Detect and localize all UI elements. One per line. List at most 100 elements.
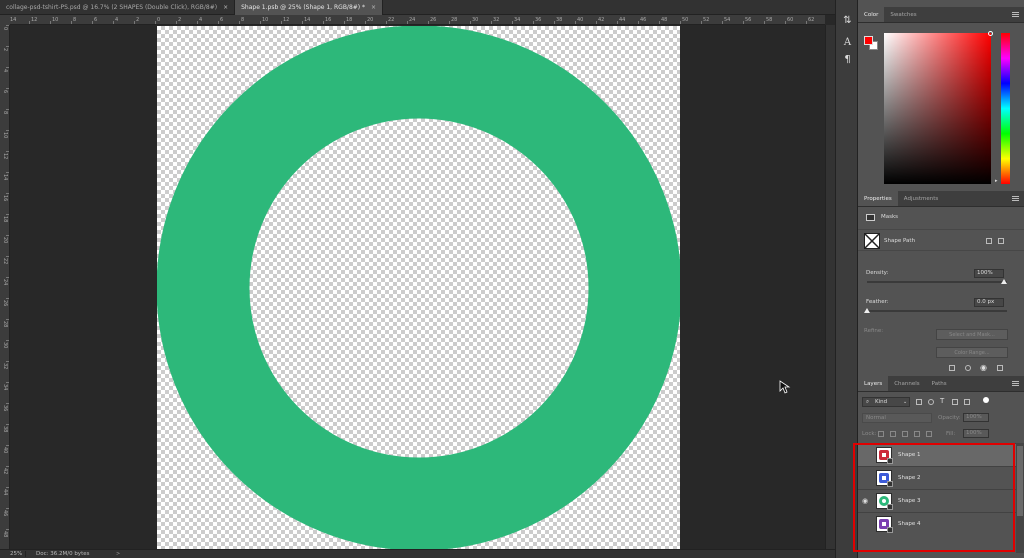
select-and-mask-button[interactable]: Select and Mask... [936, 329, 1008, 340]
color-panel-tabs: Color Swatches [858, 7, 1024, 23]
color-range-button[interactable]: Color Range... [936, 347, 1008, 358]
panel-menu-icon[interactable] [1012, 12, 1019, 17]
ruler-label: 42 [598, 17, 605, 23]
ruler-tick [6, 445, 9, 446]
right-panels: Color Swatches ▸ Properties Adjustments … [858, 0, 1024, 558]
tab-collage-psd[interactable]: collage-psd-tshirt-PS.psd @ 16.7% (2 SHA… [0, 0, 236, 15]
tab-adjustments[interactable]: Adjustments [898, 191, 944, 206]
layer-name: Shape 3 [898, 498, 921, 504]
lock-artboard-icon[interactable] [914, 431, 920, 437]
lock-image-icon[interactable] [890, 431, 896, 437]
cursor-icon [779, 380, 791, 394]
density-slider[interactable] [867, 281, 1007, 283]
feather-slider-knob[interactable] [864, 308, 870, 313]
panel-menu-icon[interactable] [1012, 196, 1019, 201]
ruler-horizontal[interactable]: 14 12 10 8 6 4 2 0 2 4 6 8 10 12 14 16 18 20 22 24 26 28 30 32 3… [10, 15, 825, 25]
vertical-scrollbar[interactable] [825, 25, 835, 549]
masks-label: Masks [881, 214, 899, 220]
layers-scrollbar[interactable] [1016, 443, 1024, 553]
hue-slider[interactable] [1001, 33, 1010, 184]
ruler-label: 48 [2, 531, 8, 538]
ruler-tick [50, 21, 51, 24]
layer-name: Shape 2 [898, 475, 921, 481]
ruler-corner[interactable] [0, 15, 10, 25]
add-mask-icon[interactable] [986, 238, 992, 244]
character-panel-icon[interactable]: ⇅ [841, 14, 854, 27]
ruler-tick [218, 21, 219, 24]
panel-menu-icon[interactable] [1012, 381, 1019, 386]
color-field[interactable] [884, 33, 991, 184]
tab-color[interactable]: Color [858, 7, 885, 22]
ring-path[interactable] [157, 26, 680, 549]
lock-all-icon[interactable] [926, 431, 932, 437]
layer-thumbnail[interactable] [876, 493, 893, 510]
blend-mode-select[interactable]: Normal [862, 413, 932, 423]
close-icon[interactable]: × [223, 4, 228, 11]
eye-icon[interactable]: ◉ [980, 363, 987, 372]
ruler-vertical[interactable]: 0 2 4 6 8 10 12 14 16 18 20 22 24 26 28 30 32 34 36 38 40 42 4… [0, 25, 10, 549]
type-panel-icon[interactable]: A [841, 36, 854, 49]
load-selection-icon[interactable] [949, 365, 955, 371]
feather-slider[interactable] [867, 310, 1007, 312]
apply-mask-icon[interactable] [965, 365, 971, 371]
tab-swatches[interactable]: Swatches [884, 7, 922, 22]
filter-smart-object-icon[interactable] [964, 399, 970, 405]
shape-path-row[interactable]: Shape Path [858, 229, 1024, 251]
density-field[interactable]: 100% [974, 269, 1004, 278]
ruler-tick [6, 361, 9, 362]
tab-paths[interactable]: Paths [926, 376, 953, 391]
ruler-tick [302, 21, 303, 24]
layer-row[interactable]: Shape 1 [858, 443, 1016, 466]
hue-slider-arrow-icon[interactable]: ▸ [995, 178, 998, 184]
layer-thumbnail[interactable] [876, 447, 893, 464]
feather-field[interactable]: 0.0 px [974, 298, 1004, 307]
lock-transparent-icon[interactable] [878, 431, 884, 437]
ruler-label: 58 [766, 17, 773, 23]
filter-toggle-icon[interactable] [983, 397, 989, 403]
close-icon[interactable]: × [371, 4, 376, 11]
canvas-workspace[interactable] [11, 26, 825, 549]
ruler-label: 2 [2, 48, 8, 52]
tab-shape1-psb[interactable]: Shape 1.psb @ 25% (Shape 1, RGB/8#) * × [235, 0, 384, 15]
layer-thumbnail[interactable] [876, 470, 893, 487]
ruler-label: 12 [283, 17, 290, 23]
layer-row[interactable]: Shape 4 [858, 512, 1016, 535]
lock-position-icon[interactable] [902, 431, 908, 437]
vector-mask-icon[interactable] [998, 238, 1004, 244]
filter-adjustment-icon[interactable] [928, 399, 934, 405]
filter-pixel-icon[interactable] [916, 399, 922, 405]
ruler-label: 6 [220, 17, 224, 23]
opacity-field[interactable]: 100% [963, 413, 989, 422]
layer-thumbnail[interactable] [876, 516, 893, 533]
ruler-tick [596, 21, 597, 24]
ruler-label: 12 [2, 153, 8, 160]
status-menu-arrow[interactable]: > [116, 551, 120, 557]
ruler-label: 10 [52, 17, 59, 23]
ruler-tick [6, 172, 9, 173]
fill-field[interactable]: 100% [963, 429, 989, 438]
ring-shape[interactable] [157, 26, 680, 549]
document-canvas[interactable] [157, 26, 680, 549]
tab-channels[interactable]: Channels [888, 376, 925, 391]
ruler-tick [533, 21, 534, 24]
filter-shape-icon[interactable] [952, 399, 958, 405]
layer-row[interactable]: ◉ Shape 3 [858, 489, 1016, 512]
layer-row[interactable]: Shape 2 [858, 466, 1016, 489]
layers-scrollbar-thumb[interactable] [1017, 446, 1023, 516]
trash-icon[interactable] [997, 365, 1003, 371]
filter-kind-select[interactable]: ⌕ Kind ⌄ [862, 397, 910, 407]
foreground-color-swatch[interactable] [864, 36, 873, 45]
filter-type-icon[interactable]: T [940, 397, 944, 405]
layer-name: Shape 1 [898, 452, 921, 458]
properties-panel-tabs: Properties Adjustments [858, 191, 1024, 207]
tab-properties[interactable]: Properties [858, 191, 898, 206]
visibility-eye-icon[interactable]: ◉ [858, 497, 872, 505]
color-picker-marker[interactable] [988, 31, 993, 36]
zoom-level[interactable]: 25% [0, 551, 26, 557]
ruler-label: 20 [367, 17, 374, 23]
ruler-tick [6, 256, 9, 257]
paragraph-panel-icon[interactable]: ¶ [841, 53, 854, 66]
tab-layers[interactable]: Layers [858, 376, 889, 391]
ruler-tick [239, 21, 240, 24]
density-slider-knob[interactable] [1001, 279, 1007, 284]
